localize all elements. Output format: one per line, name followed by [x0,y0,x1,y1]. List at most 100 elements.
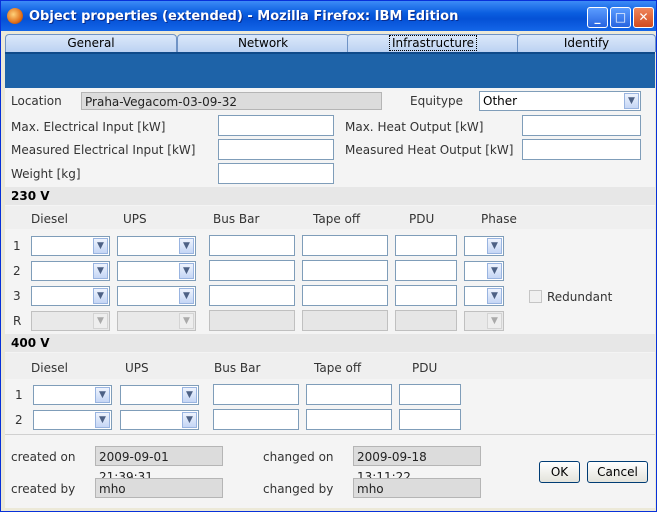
diesel-select-400-2[interactable]: ▼ [33,410,112,430]
created-on-field: 2009-09-01 21:39:31 [95,446,223,484]
chevron-down-icon: ▼ [93,313,108,329]
location-field: Praha-Vegacom-03-09-32 [81,92,382,110]
max-electrical-label: Max. Electrical Input [kW] [11,120,166,134]
row-label-400-1: 1 [15,388,23,402]
chevron-down-icon: ▼ [95,387,110,403]
phase-select-230-2[interactable]: ▼ [464,261,504,281]
tab-bar: General Network Infrastructure Identify [5,34,656,52]
cancel-button[interactable]: Cancel [587,461,648,483]
changed-on-label: changed on [263,450,334,464]
changed-by-field: mho [353,478,481,498]
title-bar[interactable]: Object properties (extended) - Mozilla F… [1,1,656,31]
equitype-value: Other [483,94,518,108]
chevron-down-icon: ▼ [179,313,194,329]
chevron-down-icon: ▼ [179,238,194,254]
created-by-label: created by [11,482,76,496]
busbar-input-400-1[interactable] [213,384,299,405]
pdu-input-230-1[interactable] [395,235,457,256]
row-label-400-2: 2 [15,413,23,427]
tapeoff-input-400-2[interactable] [306,409,392,430]
tapeoff-input-230-2[interactable] [302,260,388,281]
chevron-down-icon: ▼ [182,387,197,403]
row-label-230-2: 2 [13,264,21,278]
close-button[interactable]: ✕ [633,7,654,28]
col-phase-230: Phase [481,212,517,226]
measured-electrical-label: Measured Electrical Input [kW] [11,143,196,157]
measured-heat-input[interactable] [522,139,641,160]
weight-label: Weight [kg] [11,167,81,181]
changed-on-field: 2009-09-18 13:11:22 [353,446,481,484]
weight-input[interactable] [218,163,334,184]
ups-select-400-2[interactable]: ▼ [120,410,199,430]
chevron-down-icon: ▼ [93,238,108,254]
tapeoff-input-230-3[interactable] [302,285,388,306]
redundant-checkbox[interactable] [529,290,542,303]
diesel-select-230-1[interactable]: ▼ [31,236,110,256]
busbar-input-230-3[interactable] [209,285,295,306]
tab-identify[interactable]: Identify [517,34,656,52]
maximize-button[interactable]: □ [610,7,631,28]
minimize-button[interactable]: _ [587,7,608,28]
measured-heat-label: Measured Heat Output [kW] [345,143,514,157]
chevron-down-icon: ▼ [93,263,108,279]
col-pdu-230: PDU [409,212,435,226]
created-by-field: mho [95,478,223,498]
diesel-select-230-3[interactable]: ▼ [31,286,110,306]
busbar-input-230-r [209,310,295,331]
ups-select-230-1[interactable]: ▼ [117,236,196,256]
measured-electrical-input[interactable] [218,139,334,160]
equitype-select[interactable]: Other ▼ [479,91,641,111]
max-heat-input[interactable] [522,115,641,136]
tab-header-bar [5,52,655,88]
phase-select-230-1[interactable]: ▼ [464,236,504,256]
row-label-230-1: 1 [13,239,21,253]
section-400v: 400 V [5,334,655,352]
col-tapeoff-230: Tape off [313,212,361,226]
col-pdu-400: PDU [412,361,438,375]
tab-content: Location Praha-Vegacom-03-09-32 Equitype… [5,88,655,508]
pdu-input-230-3[interactable] [395,285,457,306]
col-ups-230: UPS [123,212,147,226]
ups-select-230-3[interactable]: ▼ [117,286,196,306]
ups-select-230-2[interactable]: ▼ [117,261,196,281]
tab-network[interactable]: Network [177,34,349,52]
pdu-input-230-2[interactable] [395,260,457,281]
tab-infrastructure[interactable]: Infrastructure [347,34,519,52]
tapeoff-input-400-1[interactable] [306,384,392,405]
chevron-down-icon: ▼ [624,93,639,109]
pdu-input-400-2[interactable] [399,409,461,430]
col-ups-400: UPS [125,361,149,375]
tab-general[interactable]: General [5,34,177,52]
busbar-input-400-2[interactable] [213,409,299,430]
section-230v: 230 V [5,187,655,205]
chevron-down-icon: ▼ [179,288,194,304]
chevron-down-icon: ▼ [487,238,502,254]
tapeoff-input-230-1[interactable] [302,235,388,256]
minimize-icon: _ [594,10,601,24]
dialog-window: Object properties (extended) - Mozilla F… [0,0,657,512]
diesel-select-230-2[interactable]: ▼ [31,261,110,281]
busbar-input-230-1[interactable] [209,235,295,256]
diesel-select-400-1[interactable]: ▼ [33,385,112,405]
chevron-down-icon: ▼ [487,288,502,304]
chevron-down-icon: ▼ [487,263,502,279]
chevron-down-icon: ▼ [487,313,502,329]
max-heat-label: Max. Heat Output [kW] [345,120,484,134]
created-on-label: created on [11,450,76,464]
changed-by-label: changed by [263,482,334,496]
phase-select-230-r: ▼ [464,311,504,331]
ups-select-400-1[interactable]: ▼ [120,385,199,405]
equitype-label: Equitype [410,94,463,108]
diesel-select-230-r: ▼ [31,311,110,331]
firefox-icon [7,8,23,24]
col-diesel-230: Diesel [31,212,68,226]
busbar-input-230-2[interactable] [209,260,295,281]
col-busbar-230: Bus Bar [213,212,260,226]
phase-select-230-3[interactable]: ▼ [464,286,504,306]
tapeoff-input-230-r [302,310,388,331]
close-icon: ✕ [638,10,649,24]
ok-button[interactable]: OK [539,461,580,483]
location-label: Location [11,94,62,108]
max-electrical-input[interactable] [218,115,334,136]
pdu-input-400-1[interactable] [399,384,461,405]
